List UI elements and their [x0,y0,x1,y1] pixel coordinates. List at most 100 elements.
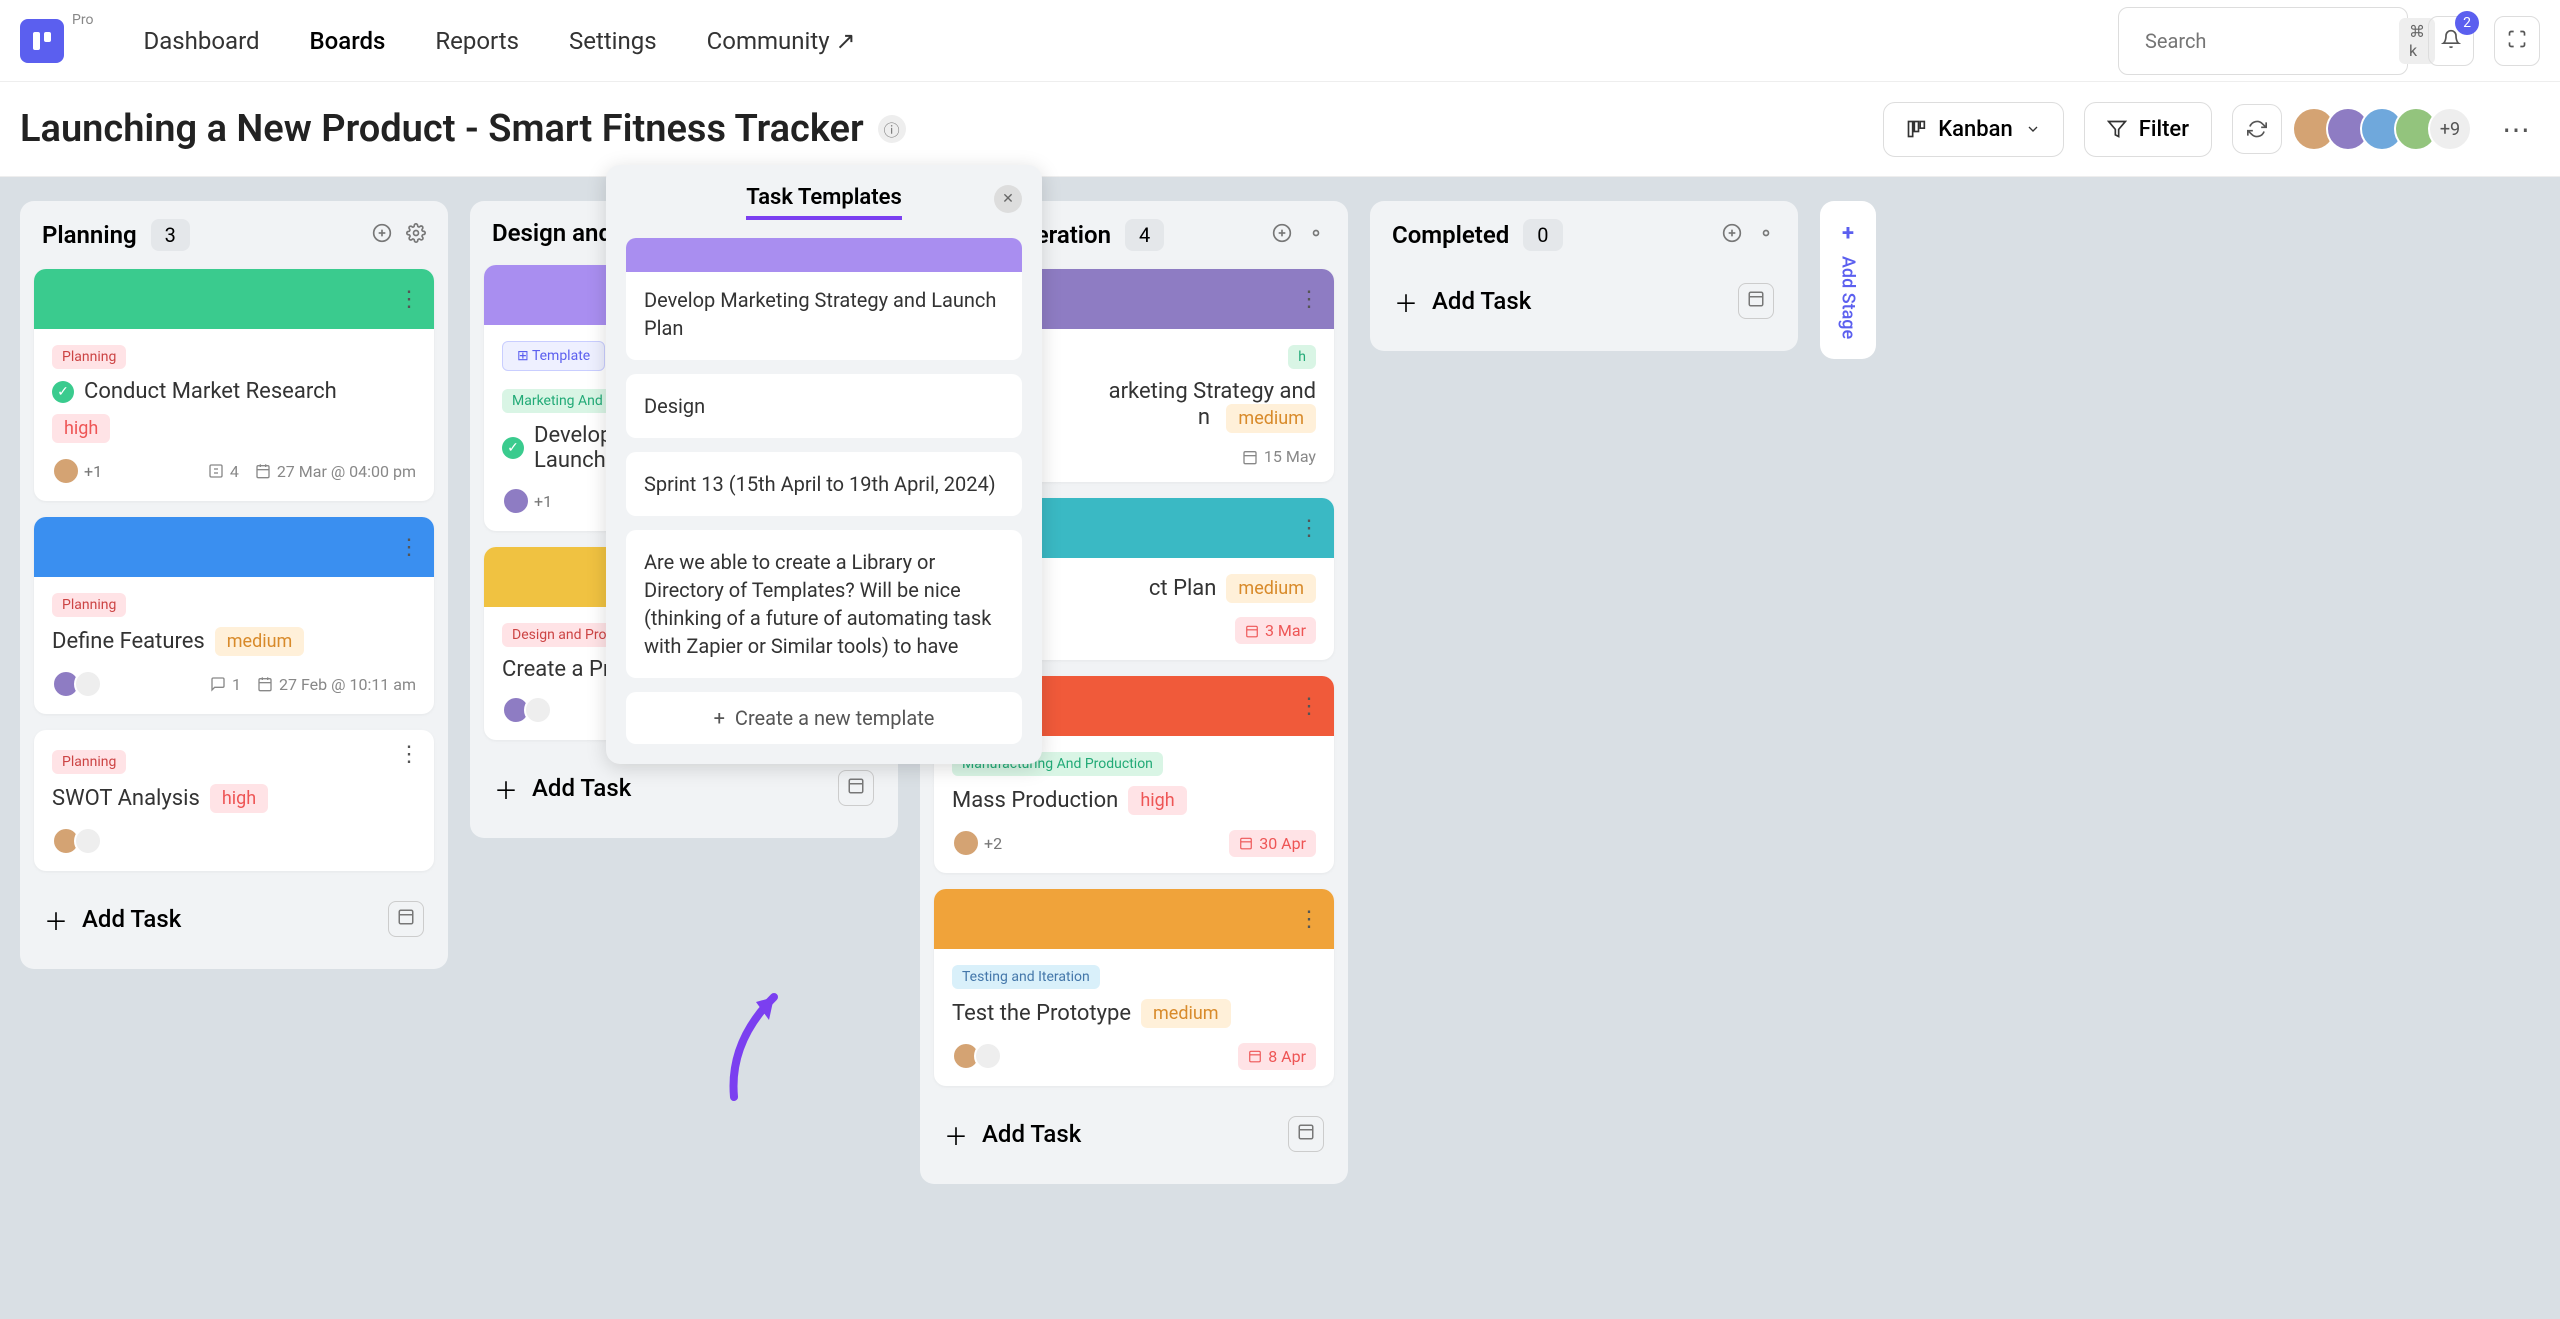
add-task-label: Add Task [82,905,181,933]
task-templates-popover: Task Templates ✕ Develop Marketing Strat… [606,165,1042,764]
add-task-button[interactable]: ＋ Add Task [44,902,181,937]
add-stage-label: Add Stage [1838,256,1859,339]
task-template-icon[interactable] [388,901,424,937]
create-template-button[interactable]: + Create a new template [626,692,1022,744]
kanban-icon [1906,119,1926,139]
card-menu-icon[interactable]: ⋮ [398,287,420,312]
nav-boards[interactable]: Boards [310,27,386,55]
plus-icon: ＋ [1394,284,1418,319]
popover-close-icon[interactable]: ✕ [994,185,1022,213]
priority-badge: medium [1226,404,1316,433]
task-template-icon[interactable] [1288,1116,1324,1152]
column-title: eration [1036,221,1111,249]
assignees[interactable]: +1 [52,457,102,485]
plus-icon: ＋ [494,771,518,806]
plus-icon: ＋ [44,902,68,937]
column-settings-icon[interactable] [1756,223,1776,247]
add-card-icon[interactable] [1272,223,1292,247]
filter-button[interactable]: Filter [2084,102,2212,157]
refresh-icon [2247,119,2267,139]
task-template-icon[interactable] [1738,283,1774,319]
add-task-row: ＋ Add Task [1384,269,1784,333]
search-box[interactable]: ⌘ k [2118,7,2408,75]
info-icon[interactable]: ⓘ [878,115,906,143]
priority-badge: high [52,414,110,443]
assignees[interactable] [52,670,102,698]
task-card[interactable]: ⋮ Planning SWOT Analysis high [34,730,434,871]
avatar-overflow[interactable]: +9 [2428,107,2472,151]
template-badge: ⊞ Template [502,341,605,371]
card-date-pill: 30 Apr [1229,830,1316,857]
card-menu-icon[interactable]: ⋮ [398,535,420,560]
priority-badge: medium [215,627,305,656]
card-title: Test the Prototype [952,1001,1131,1026]
card-menu-icon[interactable]: ⋮ [1298,516,1320,541]
view-switcher[interactable]: Kanban [1883,102,2063,157]
member-avatars[interactable]: +9 [2302,107,2472,151]
card-tag: Planning [52,345,126,369]
task-template-icon[interactable] [838,770,874,806]
card-tag: Planning [52,750,126,774]
card-menu-icon[interactable]: ⋮ [1298,907,1320,932]
assignees[interactable] [952,1042,1002,1070]
add-stage-button[interactable]: + Add Stage [1820,201,1876,359]
fullscreen-button[interactable] [2494,16,2540,66]
priority-badge: high [210,784,268,813]
nav-settings[interactable]: Settings [569,27,657,55]
nav-reports[interactable]: Reports [435,27,519,55]
card-cover: ⋮ [34,269,434,329]
assignee-overflow: +2 [984,834,1002,853]
assignees[interactable] [52,827,102,855]
assignee-overflow: +1 [84,462,102,481]
subheader-actions: Kanban Filter +9 ⋯ [1883,102,2540,157]
card-menu-icon[interactable]: ⋮ [1298,287,1320,312]
add-task-label: Add Task [532,774,631,802]
template-item[interactable]: Are we able to create a Library or Direc… [626,530,1022,678]
card-menu-icon[interactable]: ⋮ [398,742,420,767]
refresh-button[interactable] [2232,104,2282,154]
column-completed: Completed 0 ＋ Add Task [1370,201,1798,351]
add-card-icon[interactable] [372,223,392,247]
task-card[interactable]: ⋮ Planning Define Features medium 1 27 F… [34,517,434,714]
card-title: Define Features [52,629,205,654]
more-menu[interactable]: ⋯ [2492,113,2540,146]
add-card-icon[interactable] [1722,223,1742,247]
pro-badge: Pro [72,12,93,28]
priority-badge: medium [1141,999,1231,1028]
notifications-button[interactable]: 2 [2428,16,2474,66]
app-logo[interactable] [20,19,64,63]
add-task-button[interactable]: ＋ Add Task [944,1117,1081,1152]
template-item[interactable]: Sprint 13 (15th April to 19th April, 202… [626,452,1022,516]
card-title: Conduct Market Research [84,379,337,404]
column-title: Planning [42,221,137,249]
add-task-button[interactable]: ＋ Add Task [1394,284,1531,319]
nav-dashboard[interactable]: Dashboard [143,27,259,55]
nav-community[interactable]: Community ↗ [707,27,856,55]
add-task-label: Add Task [982,1120,1081,1148]
card-date: 15 May [1242,447,1316,466]
popover-title: Task Templates [746,185,902,220]
assignees[interactable]: +2 [952,829,1002,857]
template-item[interactable]: Develop Marketing Strategy and Launch Pl… [626,238,1022,360]
column-settings-icon[interactable] [406,223,426,247]
create-template-label: Create a new template [735,706,935,730]
subtasks-count: 4 [208,462,239,481]
assignees[interactable] [502,696,552,724]
assignees[interactable]: +1 [502,487,552,515]
template-cover [626,238,1022,272]
template-title: Sprint 13 (15th April to 19th April, 202… [644,470,1004,498]
template-item[interactable]: Design [626,374,1022,438]
task-card[interactable]: ⋮ Testing and Iteration Test the Prototy… [934,889,1334,1086]
column-header: Planning 3 [34,219,434,251]
column-settings-icon[interactable] [1306,223,1326,247]
task-card[interactable]: ⋮ Planning ✓ Conduct Market Research hig… [34,269,434,501]
card-tag: Testing and Iteration [952,965,1100,989]
add-task-button[interactable]: ＋ Add Task [494,771,631,806]
card-menu-icon[interactable]: ⋮ [1298,694,1320,719]
header-right: ⌘ k 2 [2118,7,2540,75]
add-task-label: Add Task [1432,287,1531,315]
column-header: Completed 0 [1384,219,1784,251]
column-actions [1272,223,1326,247]
card-date: 27 Feb @ 10:11 am [257,675,416,694]
search-input[interactable] [2145,29,2399,53]
